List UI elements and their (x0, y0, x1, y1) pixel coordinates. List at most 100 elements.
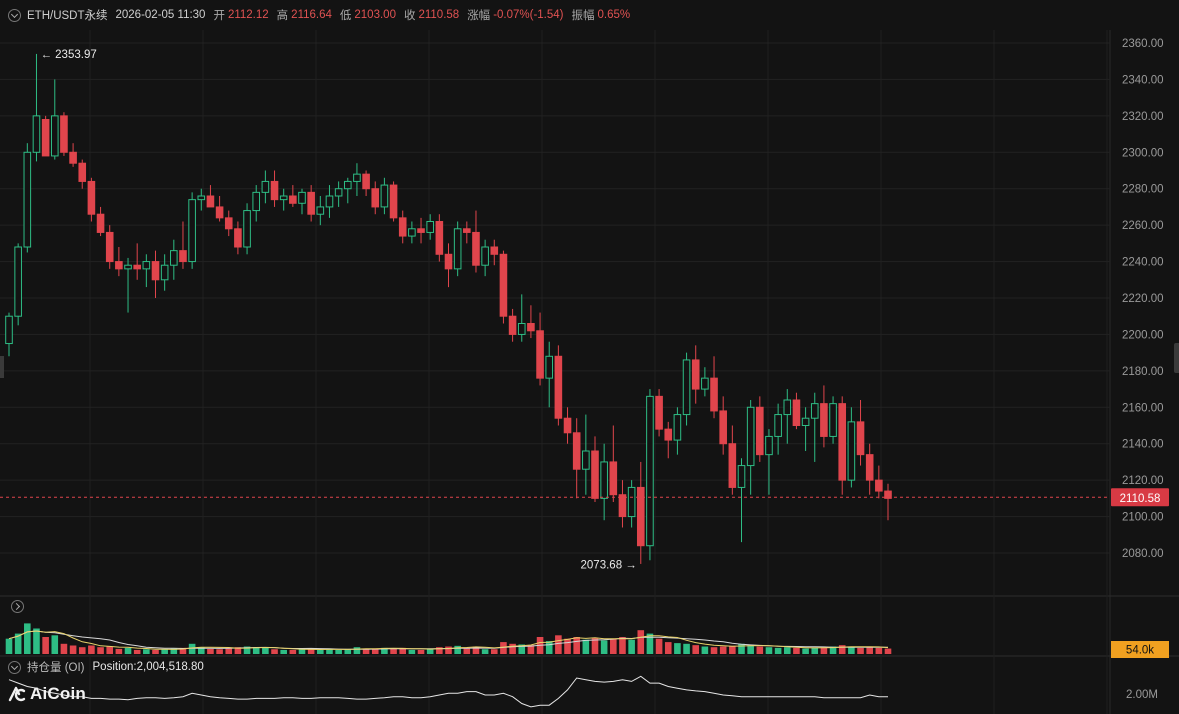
candle-body[interactable] (316, 206, 325, 215)
candle-body[interactable] (353, 173, 361, 182)
candle-body[interactable] (527, 323, 535, 332)
candle-body[interactable] (408, 228, 416, 237)
candle-body[interactable] (252, 191, 261, 212)
candle-body[interactable] (115, 261, 123, 270)
candle-body[interactable] (710, 377, 718, 412)
candle-body[interactable] (472, 231, 480, 266)
oi-collapse-chevron-icon[interactable] (8, 660, 21, 674)
right-collapse-handle[interactable] (1174, 343, 1179, 373)
candle-body[interactable] (69, 151, 77, 164)
candle-body[interactable] (279, 195, 288, 201)
candle-body[interactable] (206, 195, 215, 208)
candle-body[interactable] (545, 355, 554, 379)
candle-body[interactable] (508, 315, 517, 335)
candle-body[interactable] (591, 450, 599, 499)
candle-body[interactable] (810, 403, 819, 419)
candle-body[interactable] (563, 417, 572, 434)
volume-expand-icon[interactable] (11, 600, 24, 613)
candle-body[interactable] (224, 217, 233, 230)
candle-body[interactable] (435, 221, 444, 255)
candle-body[interactable] (655, 395, 663, 430)
candle-body[interactable] (554, 355, 563, 419)
candle-body[interactable] (820, 403, 828, 437)
candle-body[interactable] (829, 403, 837, 437)
candle-body[interactable] (261, 180, 270, 193)
candle-body[interactable] (490, 246, 499, 255)
candle-body[interactable] (5, 315, 13, 345)
candle-body[interactable] (371, 188, 380, 208)
candle-body[interactable] (389, 184, 398, 219)
candle-body[interactable] (856, 421, 865, 456)
candle-body[interactable] (636, 486, 645, 547)
candle-body[interactable] (362, 173, 370, 190)
candle-body[interactable] (197, 195, 206, 201)
candle-body[interactable] (627, 486, 636, 518)
candle-body[interactable] (215, 206, 224, 219)
candle-body[interactable] (582, 450, 590, 470)
candle-body[interactable] (664, 428, 673, 441)
candle-body[interactable] (343, 180, 352, 190)
candle-body[interactable] (60, 115, 68, 153)
candle-body[interactable] (289, 195, 297, 204)
candle-body[interactable] (417, 228, 425, 233)
candle-body[interactable] (673, 414, 682, 441)
candle-body[interactable] (499, 253, 508, 317)
candle-body[interactable] (746, 406, 755, 467)
candle-body[interactable] (481, 246, 489, 266)
candle-body[interactable] (691, 359, 700, 390)
candle-body[interactable] (737, 465, 746, 488)
candle-body[interactable] (536, 330, 544, 379)
candle-body[interactable] (572, 432, 581, 470)
candle-body[interactable] (325, 195, 334, 208)
candle-body[interactable] (170, 250, 178, 266)
candle-body[interactable] (426, 221, 434, 233)
candle-body[interactable] (87, 180, 96, 215)
candle-body[interactable] (270, 180, 279, 201)
candle-body[interactable] (96, 213, 105, 233)
candle-body[interactable] (783, 399, 792, 416)
candle-body[interactable] (728, 443, 737, 488)
candle-body[interactable] (105, 231, 114, 263)
candle-body[interactable] (307, 191, 315, 215)
candle-body[interactable] (847, 421, 856, 481)
candle-body[interactable] (41, 119, 50, 157)
candle-body[interactable] (234, 228, 242, 248)
collapse-chevron-icon[interactable] (8, 8, 21, 22)
candle-body[interactable] (124, 264, 132, 270)
candle-body[interactable] (444, 253, 453, 270)
candle-body[interactable] (517, 323, 526, 335)
candle-body[interactable] (142, 261, 151, 270)
candle-body[interactable] (875, 479, 883, 492)
candle-body[interactable] (78, 162, 87, 182)
candle-body[interactable] (133, 264, 141, 270)
candle-body[interactable] (151, 261, 160, 281)
candle-body[interactable] (792, 399, 801, 426)
candle-body[interactable] (453, 228, 462, 270)
candle-body[interactable] (719, 410, 727, 445)
candle-body[interactable] (600, 461, 608, 499)
candle-body[interactable] (765, 435, 773, 456)
candle-body[interactable] (179, 250, 187, 263)
candle-body[interactable] (23, 151, 32, 248)
candle-body[interactable] (838, 403, 847, 481)
candle-body[interactable] (380, 184, 389, 208)
candle-body[interactable] (774, 414, 782, 437)
candle-body[interactable] (701, 377, 709, 390)
symbol-label[interactable]: ETH/USDT永续 (27, 7, 108, 23)
candle-body[interactable] (14, 246, 22, 317)
candle-body[interactable] (398, 217, 407, 237)
candle-body[interactable] (32, 115, 41, 153)
candle-body[interactable] (188, 199, 196, 263)
candle-body[interactable] (160, 264, 169, 281)
candle-body[interactable] (865, 454, 874, 481)
left-collapse-handle[interactable] (0, 356, 4, 378)
candle-body[interactable] (243, 210, 251, 248)
candle-body[interactable] (463, 228, 471, 233)
candle-body[interactable] (646, 395, 654, 547)
candle-body[interactable] (756, 406, 764, 456)
candle-body[interactable] (334, 188, 343, 197)
candle-body[interactable] (618, 494, 627, 518)
candle-body[interactable] (50, 115, 59, 157)
candlestick-chart[interactable]: 2080.00 2100.00 2120.00 2140.00 2160.00 2180.… (0, 0, 1179, 714)
candle-body[interactable] (298, 191, 306, 204)
